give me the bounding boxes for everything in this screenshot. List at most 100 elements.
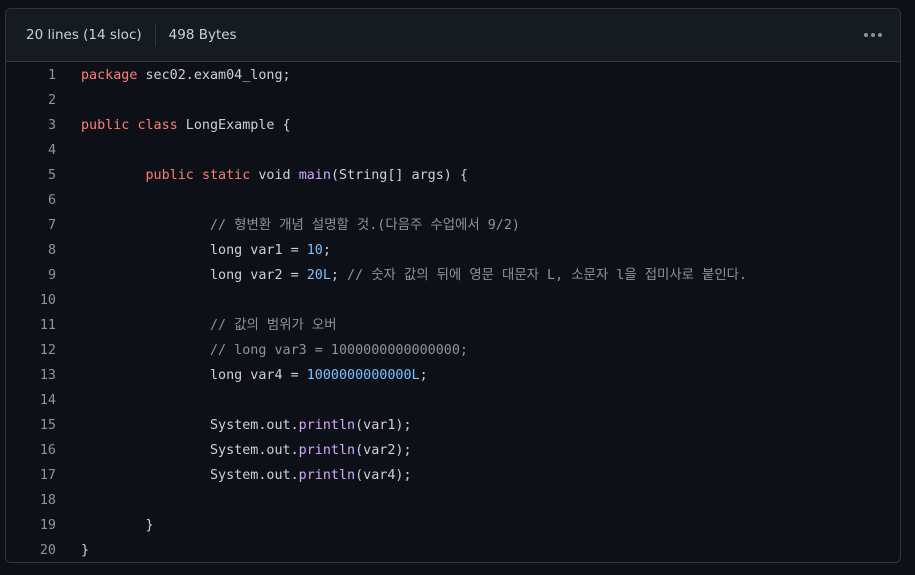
file-info-header: 20 lines (14 sloc) 498 Bytes (6, 9, 900, 62)
code-token: static (201, 168, 251, 183)
code-text: public static void main(String[] args) { (56, 163, 469, 188)
line-number[interactable]: 16 (6, 438, 56, 463)
code-line: 10 (6, 288, 900, 313)
code-line: 1 package sec02.exam04_long; (6, 63, 900, 88)
line-number[interactable]: 8 (6, 238, 56, 263)
kebab-horizontal-icon[interactable] (862, 25, 884, 45)
line-number[interactable]: 3 (6, 113, 56, 138)
line-number[interactable]: 10 (6, 288, 56, 313)
file-viewer: 20 lines (14 sloc) 498 Bytes 1 package se… (5, 8, 901, 563)
line-number[interactable]: 9 (6, 263, 56, 288)
code-text: // 형변환 개념 설명할 것.(다음주 수업에서 9/2) (56, 213, 520, 238)
code-line: 3 public class LongExample { (6, 113, 900, 138)
code-token: long var1 = (81, 243, 307, 258)
code-line: 7 // 형변환 개념 설명할 것.(다음주 수업에서 9/2) (6, 213, 900, 238)
line-number[interactable]: 1 (6, 63, 56, 88)
line-number[interactable]: 6 (6, 188, 56, 213)
code-text: long var4 = 1000000000000L; (56, 363, 428, 388)
code-token: // long var3 = 1000000000000000; (210, 343, 468, 358)
code-text: package sec02.exam04_long; (56, 63, 291, 88)
code-line: 8 long var1 = 10; (6, 238, 900, 263)
code-token: } (81, 518, 154, 533)
code-text: long var2 = 20L; // 숫자 값의 뒤에 영문 대문자 L, 소… (56, 263, 747, 288)
code-text: public class LongExample { (56, 113, 291, 138)
code-token: println (298, 468, 356, 483)
code-listing: 1 package sec02.exam04_long; 2 3 public clas… (6, 62, 900, 562)
header-divider (154, 24, 156, 46)
line-number[interactable]: 15 (6, 413, 56, 438)
code-token: long var4 = (81, 368, 307, 383)
code-line: 2 (6, 88, 900, 113)
code-text: long var1 = 10; (56, 238, 331, 263)
line-number[interactable]: 19 (6, 513, 56, 538)
code-token: ; (419, 368, 428, 383)
code-token: void (250, 168, 299, 183)
code-line: 19 } (6, 513, 900, 538)
code-token: 1000000000000L (306, 368, 420, 383)
line-number[interactable]: 20 (6, 538, 56, 562)
code-token: package (81, 68, 138, 83)
code-text: System.out.println(var1); (56, 413, 412, 438)
code-text: // long var3 = 1000000000000000; (56, 338, 468, 363)
code-token: // 형변환 개념 설명할 것.(다음주 수업에서 9/2) (210, 218, 520, 233)
line-number[interactable]: 17 (6, 463, 56, 488)
code-token: println (298, 418, 356, 433)
line-number[interactable]: 11 (6, 313, 56, 338)
code-token: System.out. (81, 418, 299, 433)
line-number[interactable]: 13 (6, 363, 56, 388)
code-line: 18 (6, 488, 900, 513)
code-line: 11 // 값의 범위가 오버 (6, 313, 900, 338)
code-text: } (56, 513, 154, 538)
code-line: 9 long var2 = 20L; // 숫자 값의 뒤에 영문 대문자 L,… (6, 263, 900, 288)
code-token: // 숫자 값의 뒤에 영문 대문자 L, 소문자 l을 접미사로 붙인다. (347, 268, 748, 283)
code-line: 13 long var4 = 1000000000000L; (6, 363, 900, 388)
code-token: // 값의 범위가 오버 (210, 318, 337, 333)
line-number[interactable]: 2 (6, 88, 56, 113)
code-token: main (298, 168, 331, 183)
code-line: 4 (6, 138, 900, 163)
line-number[interactable]: 5 (6, 163, 56, 188)
code-line: 16 System.out.println(var2); (6, 438, 900, 463)
code-text: // 값의 범위가 오버 (56, 313, 337, 338)
code-token: System.out. (81, 468, 299, 483)
code-text: System.out.println(var4); (56, 463, 412, 488)
line-number[interactable]: 4 (6, 138, 56, 163)
code-line: 17 System.out.println(var4); (6, 463, 900, 488)
code-token: LongExample { (177, 118, 291, 133)
code-token: 20L (306, 268, 331, 283)
code-token: (var4); (355, 468, 412, 483)
code-token: } (81, 543, 90, 558)
code-token: System.out. (81, 443, 299, 458)
code-token: (var2); (355, 443, 412, 458)
code-token: ; (330, 268, 348, 283)
line-number[interactable]: 12 (6, 338, 56, 363)
line-count: 20 lines (14 sloc) (26, 27, 142, 43)
code-line: 6 (6, 188, 900, 213)
code-text: System.out.println(var2); (56, 438, 412, 463)
code-token: sec02.exam04_long; (137, 68, 291, 83)
line-number[interactable]: 7 (6, 213, 56, 238)
code-token: (var1); (355, 418, 412, 433)
code-token: (String[] args) { (330, 168, 468, 183)
code-line: 14 (6, 388, 900, 413)
code-token: public (81, 118, 130, 133)
code-line: 12 // long var3 = 1000000000000000; (6, 338, 900, 363)
code-token: class (137, 118, 178, 133)
code-token: public (145, 168, 194, 183)
code-token: long var2 = (81, 268, 307, 283)
line-number[interactable]: 18 (6, 488, 56, 513)
line-number[interactable]: 14 (6, 388, 56, 413)
code-line: 15 System.out.println(var1); (6, 413, 900, 438)
code-line: 20} (6, 538, 900, 562)
code-token: ; (322, 243, 331, 258)
